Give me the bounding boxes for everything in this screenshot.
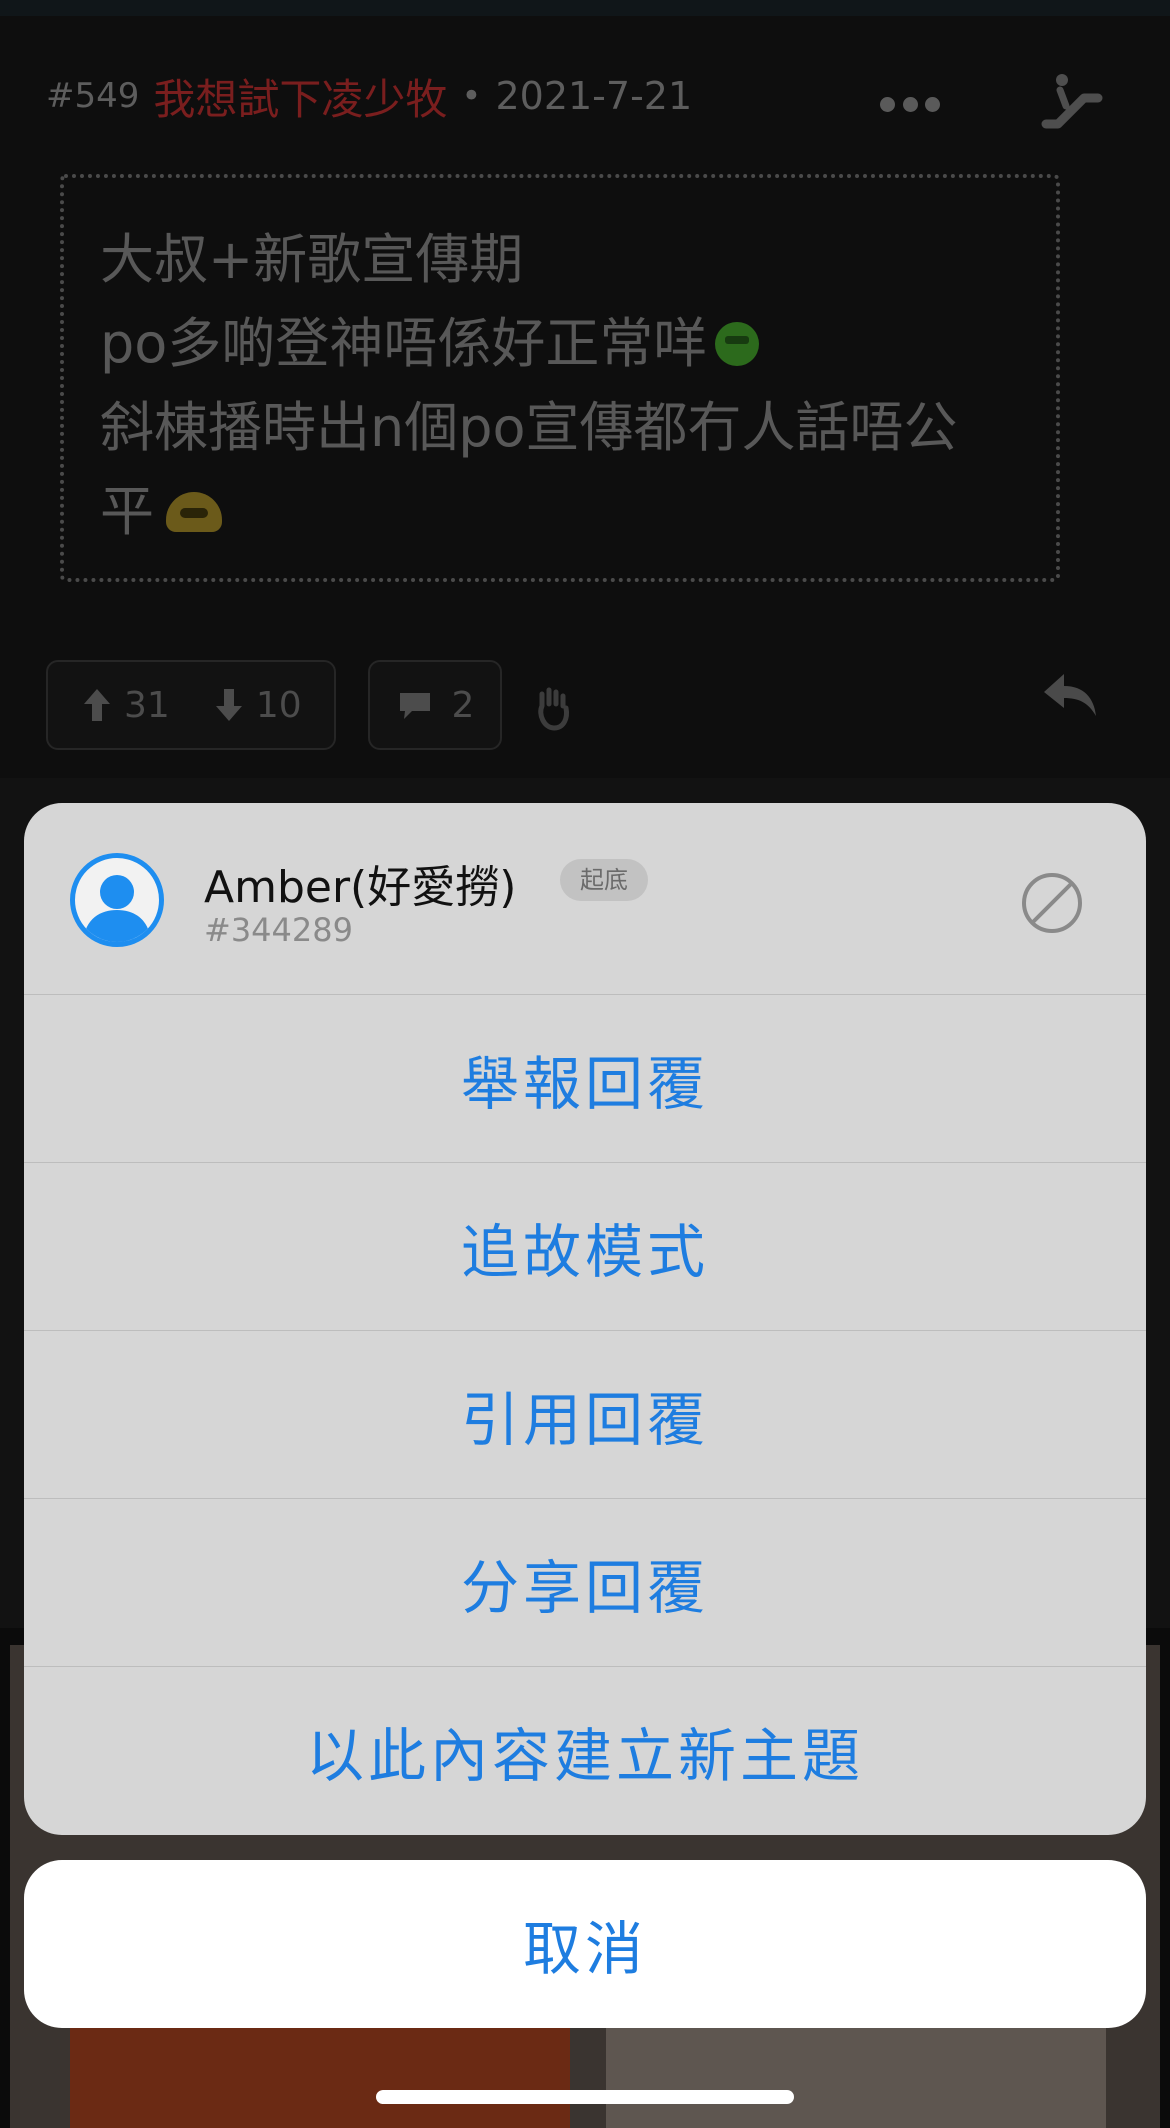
screen: #549 我想試下凌少牧 • 2021-7-21 大叔+新歌宣傳期 po多啲登神… <box>0 0 1170 2128</box>
sheet-user-header: Amber(好愛撈) 起底 #344289 <box>24 803 1146 995</box>
angry-emoji-icon <box>715 322 760 366</box>
avatar[interactable] <box>70 853 164 947</box>
content-line: 平 <box>100 470 1020 554</box>
content-line: po多啲登神唔係好正常咩 <box>100 302 1020 386</box>
action-sheet: Amber(好愛撈) 起底 #344289 舉報回覆 追故模式 引用回覆 分享回… <box>24 803 1146 1835</box>
comment-bubble-icon <box>399 693 430 719</box>
arrow-up-icon <box>84 689 110 721</box>
hand-icon[interactable] <box>534 686 574 732</box>
home-indicator[interactable] <box>376 2090 794 2104</box>
status-strip <box>0 0 1170 16</box>
reply-icon[interactable] <box>1040 670 1098 718</box>
post-date: 2021-7-21 <box>495 74 693 118</box>
quote-reply-button[interactable]: 引用回覆 <box>24 1331 1146 1499</box>
post-card: #549 我想試下凌少牧 • 2021-7-21 大叔+新歌宣傳期 po多啲登神… <box>0 16 1170 778</box>
post-header: #549 我想試下凌少牧 • 2021-7-21 <box>46 66 692 126</box>
cry-emoji-icon <box>166 492 222 532</box>
comments-button[interactable]: 2 <box>368 660 502 750</box>
post-number: #549 <box>46 76 140 116</box>
upvote-count: 31 <box>124 684 170 726</box>
more-options-icon[interactable] <box>880 84 940 124</box>
content-line: 斜棟播時出n個po宣傳都冇人話唔公 <box>100 396 958 459</box>
vote-box: 31 10 <box>46 660 336 750</box>
downvote-button[interactable]: 10 <box>214 685 302 726</box>
block-icon[interactable] <box>1020 871 1084 935</box>
escalator-icon[interactable] <box>1040 72 1104 132</box>
arrow-down-icon <box>215 689 242 721</box>
post-separator: • <box>461 76 482 116</box>
cancel-button[interactable]: 取消 <box>24 1860 1146 2028</box>
follow-mode-button[interactable]: 追故模式 <box>24 1163 1146 1331</box>
share-reply-button[interactable]: 分享回覆 <box>24 1499 1146 1667</box>
user-silhouette-icon <box>83 875 151 942</box>
post-content: 大叔+新歌宣傳期 po多啲登神唔係好正常咩 斜棟播時出n個po宣傳都冇人話唔公 … <box>60 174 1060 582</box>
post-author[interactable]: 我想試下凌少牧 <box>153 66 447 127</box>
new-thread-from-content-button[interactable]: 以此內容建立新主題 <box>24 1667 1146 1835</box>
report-reply-button[interactable]: 舉報回覆 <box>24 995 1146 1163</box>
comment-count: 2 <box>451 684 475 726</box>
user-badge[interactable]: 起底 <box>560 859 648 901</box>
username: Amber(好愛撈) <box>204 862 517 913</box>
user-id: #344289 <box>204 911 353 949</box>
content-line: 大叔+新歌宣傳期 <box>100 228 524 291</box>
downvote-count: 10 <box>255 684 302 726</box>
upvote-button[interactable]: 31 <box>82 685 170 726</box>
